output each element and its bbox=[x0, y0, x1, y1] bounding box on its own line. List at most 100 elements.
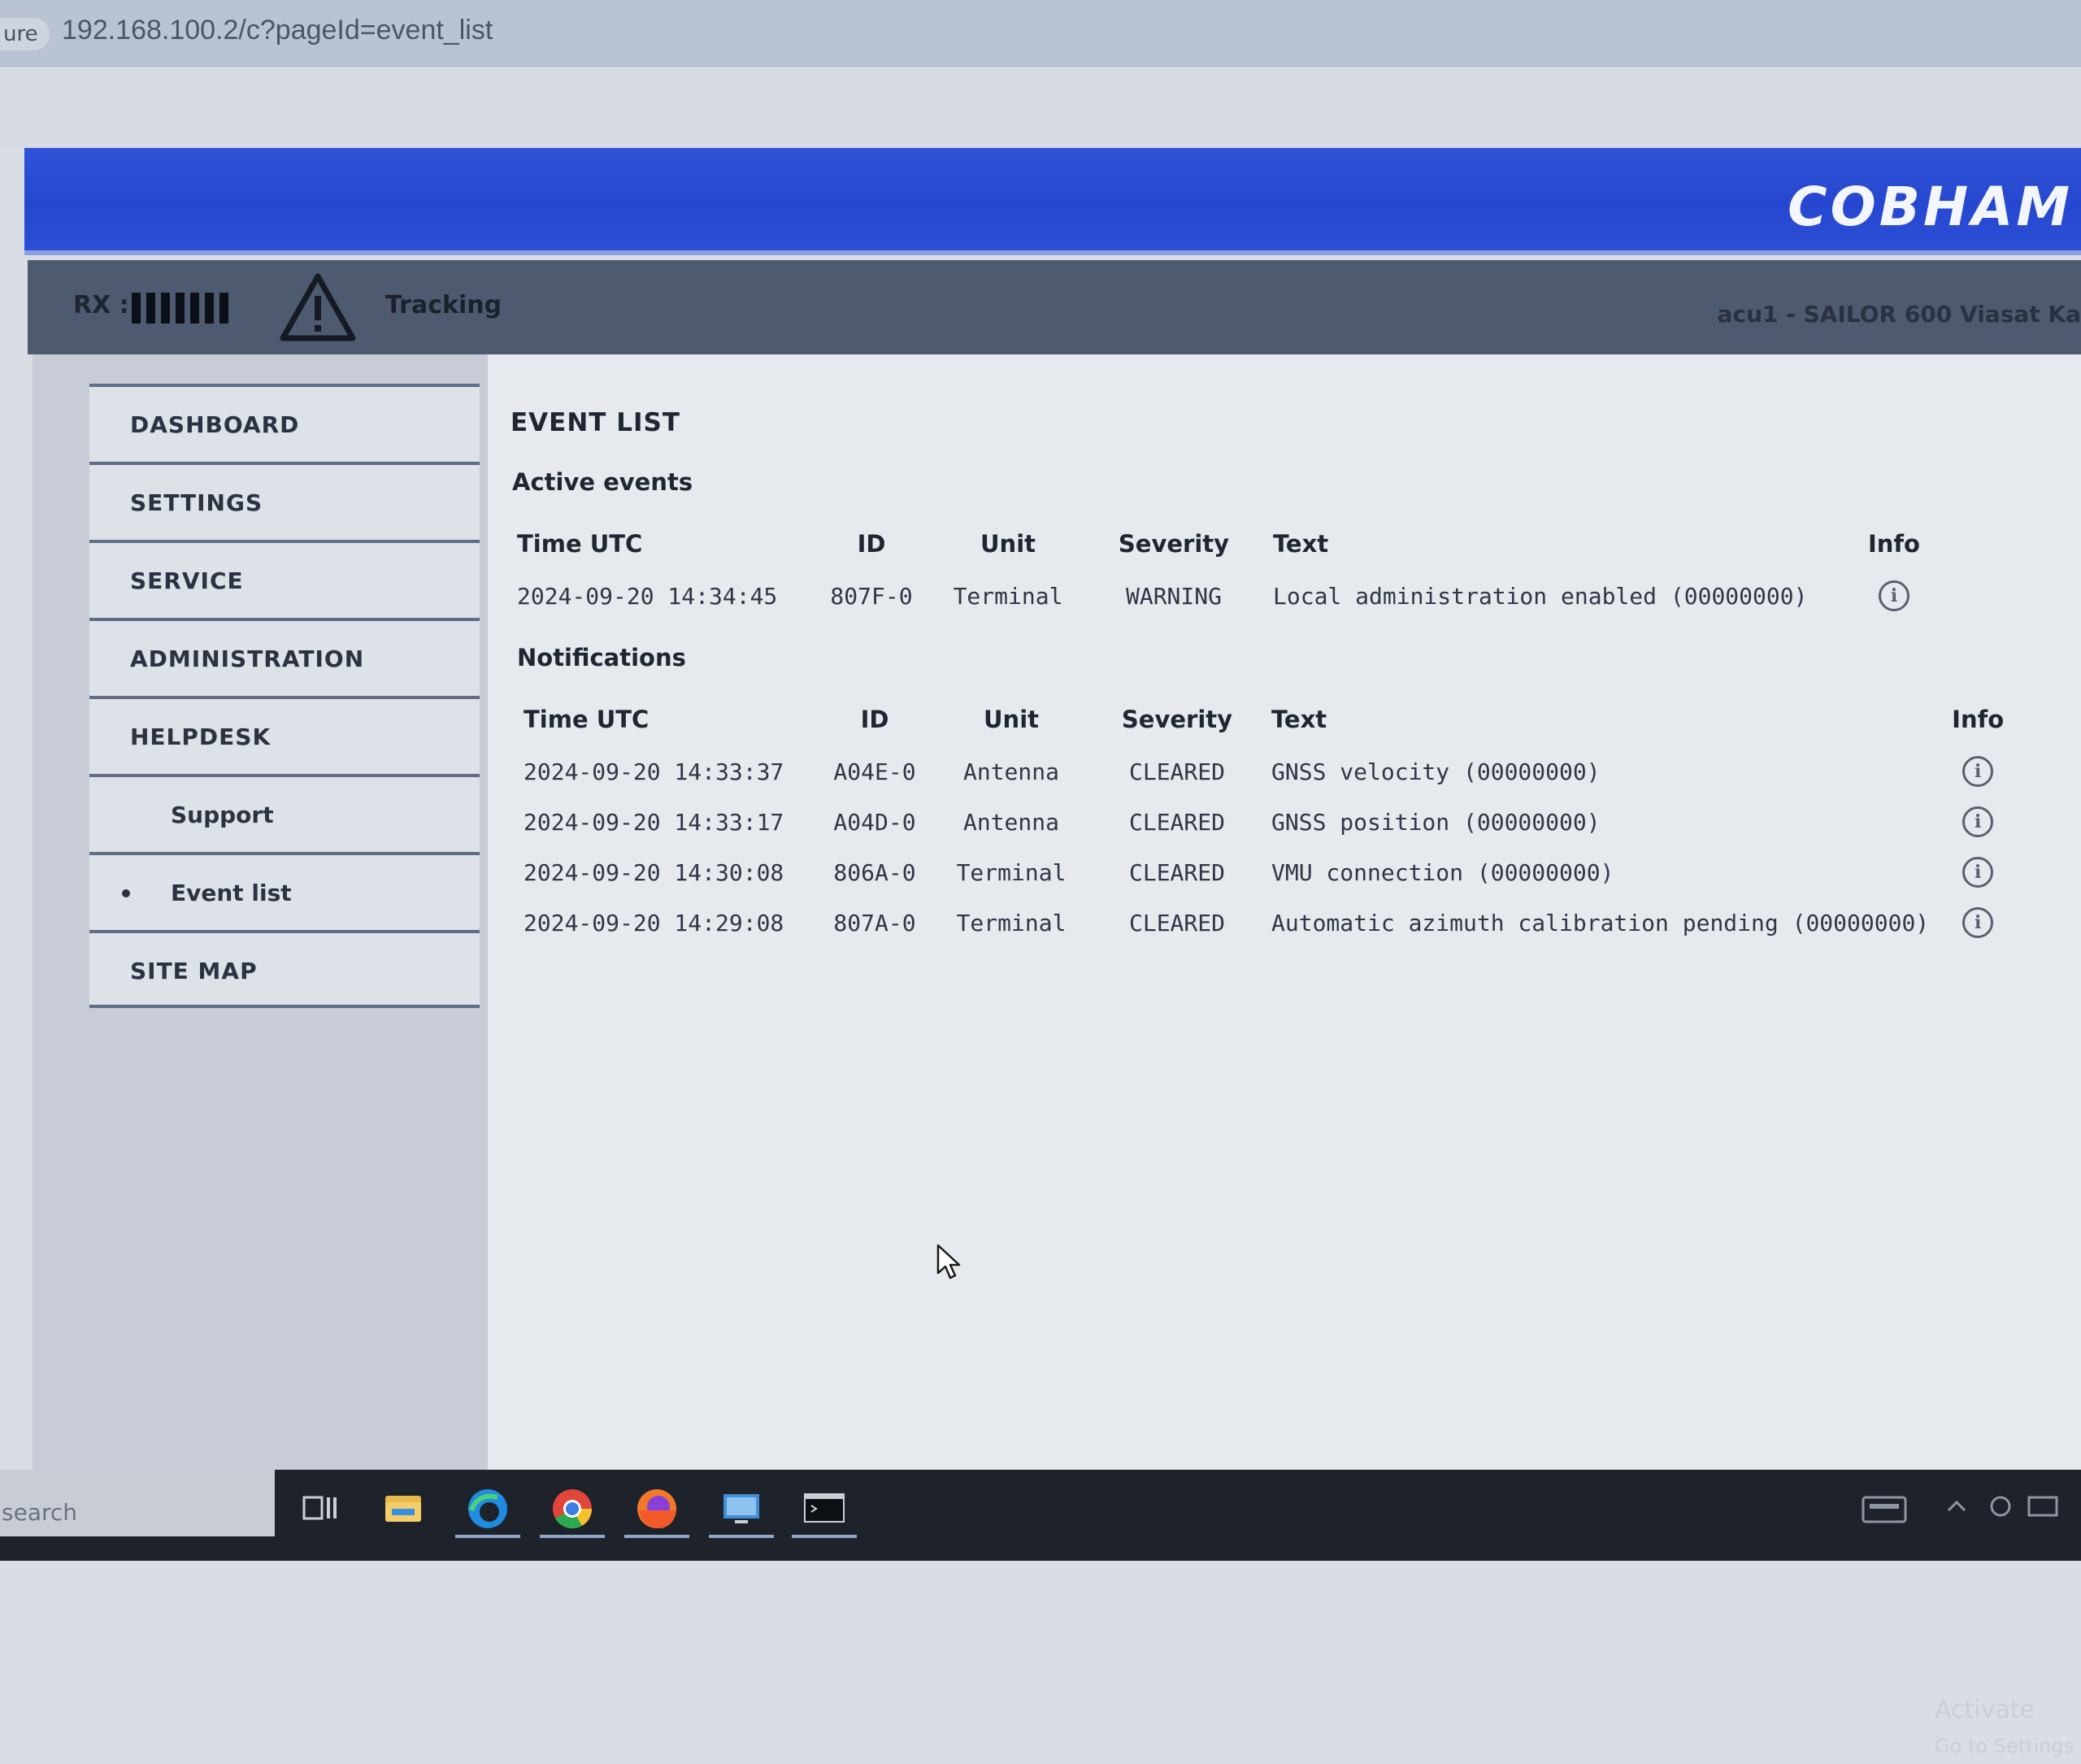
info-icon[interactable]: i bbox=[1962, 806, 1994, 837]
column-header: Unit bbox=[980, 530, 1036, 558]
sidebar-item-label: HELPDESK bbox=[130, 723, 272, 750]
severity-cell: CLEARED bbox=[1128, 858, 1225, 886]
column-header: ID bbox=[857, 530, 886, 558]
severity-cell: CLEARED bbox=[1128, 808, 1225, 836]
info-icon[interactable]: i bbox=[1962, 756, 1994, 787]
active-events-table: Time UTC ID Unit Severity Text Info 2024… bbox=[517, 517, 1959, 621]
rx-signal-bars-icon bbox=[132, 293, 228, 324]
unit-cell: Terminal bbox=[953, 582, 1063, 610]
file-explorer-icon[interactable] bbox=[380, 1486, 426, 1532]
sidebar-item-settings[interactable]: SETTINGS bbox=[89, 462, 480, 540]
mouse-cursor-icon bbox=[936, 1244, 961, 1280]
column-header: Time UTC bbox=[517, 530, 643, 558]
security-indicator[interactable]: ure bbox=[0, 18, 50, 50]
edge-icon[interactable] bbox=[465, 1486, 510, 1532]
column-header: Info bbox=[1952, 706, 2005, 733]
column-header: Text bbox=[1273, 530, 1329, 558]
cobham-logo: COBHAM bbox=[1788, 176, 2073, 238]
sidebar-item-label: Support bbox=[171, 802, 274, 828]
remote-desktop-icon[interactable] bbox=[719, 1486, 764, 1532]
display-icon[interactable] bbox=[2027, 1494, 2060, 1520]
remote-desktop-active-indicator bbox=[709, 1535, 774, 1538]
watermark-line: Go to Settings bbox=[1935, 1735, 2074, 1757]
firefox-icon[interactable] bbox=[634, 1486, 680, 1532]
id-cell: 806A-0 bbox=[833, 858, 916, 886]
info-icon[interactable]: i bbox=[1962, 907, 1994, 938]
sidebar-item-label: Event list bbox=[171, 880, 292, 906]
column-header: Time UTC bbox=[524, 706, 649, 733]
column-header: Info bbox=[1868, 530, 1920, 558]
taskbar: search bbox=[0, 1470, 2081, 1561]
time-cell: 2024-09-20 14:34:45 bbox=[517, 582, 778, 610]
sidebar-item-label: SERVICE bbox=[130, 567, 244, 594]
column-header: Text bbox=[1271, 706, 1327, 733]
sidebar-item-helpdesk[interactable]: HELPDESK bbox=[89, 696, 480, 774]
sidebar-item-administration[interactable]: ADMINISTRATION bbox=[89, 618, 480, 696]
info-icon[interactable]: i bbox=[1879, 580, 1909, 611]
sidebar-item-label: SITE MAP bbox=[130, 958, 258, 984]
page-title: EVENT LIST bbox=[510, 408, 680, 437]
watermark-line: Activate bbox=[1935, 1696, 2035, 1724]
column-header: Unit bbox=[984, 706, 1039, 733]
chevron-up-icon[interactable] bbox=[1946, 1494, 1967, 1519]
taskbar-search-input[interactable]: search bbox=[0, 1470, 275, 1536]
text-cell: GNSS position (00000000) bbox=[1271, 808, 1601, 836]
unit-cell: Antenna bbox=[962, 808, 1059, 836]
browser-address-bar[interactable]: ure 192.168.100.2/c?pageId=event_list bbox=[0, 0, 2081, 67]
info-icon[interactable]: i bbox=[1962, 857, 1994, 888]
table-header-row: Time UTC ID Unit Severity Text Info bbox=[524, 693, 2027, 746]
chrome-active-indicator bbox=[540, 1535, 605, 1538]
column-header: ID bbox=[860, 706, 889, 733]
main-content: EVENT LIST Active events Time UTC ID Uni… bbox=[488, 354, 2081, 1757]
table-row: 2024-09-20 14:33:17 A04D-0 Antenna CLEAR… bbox=[524, 797, 2027, 847]
table-row: 2024-09-20 14:34:45 807F-0 Terminal WARN… bbox=[517, 571, 1959, 621]
sidebar-item-service[interactable]: SERVICE bbox=[89, 540, 480, 618]
browser-page-top bbox=[0, 67, 2081, 148]
column-header: Severity bbox=[1118, 530, 1230, 558]
sidebar: DASHBOARD SETTINGS SERVICE ADMINISTRATIO… bbox=[33, 354, 488, 1470]
firefox-active-indicator bbox=[624, 1535, 689, 1538]
severity-cell: WARNING bbox=[1125, 582, 1222, 610]
brand-header: COBHAM bbox=[24, 148, 2081, 255]
time-cell: 2024-09-20 14:33:37 bbox=[524, 758, 784, 785]
keyboard-icon[interactable] bbox=[1862, 1494, 1907, 1527]
time-cell: 2024-09-20 14:29:08 bbox=[524, 909, 784, 936]
text-cell: GNSS velocity (00000000) bbox=[1271, 758, 1601, 785]
text-cell: Local administration enabled (00000000) bbox=[1273, 582, 1808, 610]
table-row: 2024-09-20 14:30:08 806A-0 Terminal CLEA… bbox=[524, 847, 2027, 897]
unit-cell: Antenna bbox=[962, 758, 1059, 785]
id-cell: 807A-0 bbox=[833, 909, 916, 936]
active-events-heading: Active events bbox=[512, 468, 693, 496]
status-bar: RX : Tracking acu1 - SAILOR 600 Viasat K… bbox=[28, 260, 2081, 354]
column-header: Severity bbox=[1121, 706, 1233, 733]
active-bullet-icon bbox=[122, 889, 130, 897]
sidebar-item-event-list[interactable]: Event list bbox=[89, 852, 480, 930]
table-header-row: Time UTC ID Unit Severity Text Info bbox=[517, 517, 1959, 571]
text-cell: VMU connection (00000000) bbox=[1271, 858, 1614, 886]
chrome-icon[interactable] bbox=[550, 1486, 595, 1532]
id-cell: A04D-0 bbox=[833, 808, 916, 836]
sidebar-item-support[interactable]: Support bbox=[89, 774, 480, 852]
unit-cell: Terminal bbox=[956, 858, 1067, 886]
terminal-icon[interactable] bbox=[802, 1486, 847, 1532]
tracking-status: Tracking bbox=[385, 291, 502, 319]
rx-label: RX : bbox=[73, 291, 129, 319]
edge-active-indicator bbox=[455, 1535, 520, 1538]
sidebar-item-site-map[interactable]: SITE MAP bbox=[89, 930, 480, 1008]
sidebar-nav: DASHBOARD SETTINGS SERVICE ADMINISTRATIO… bbox=[89, 384, 480, 1008]
notifications-heading: Notifications bbox=[517, 644, 686, 671]
severity-cell: CLEARED bbox=[1128, 758, 1225, 785]
table-row: 2024-09-20 14:29:08 807A-0 Terminal CLEA… bbox=[524, 897, 2027, 948]
notifications-table: Time UTC ID Unit Severity Text Info 2024… bbox=[524, 693, 2027, 948]
warning-icon bbox=[280, 273, 356, 341]
sidebar-item-label: DASHBOARD bbox=[130, 411, 300, 438]
activation-watermark: Activate Go to Settings bbox=[1935, 1692, 2081, 1764]
text-cell: Automatic azimuth calibration pending (0… bbox=[1271, 909, 1930, 936]
time-cell: 2024-09-20 14:33:17 bbox=[524, 808, 784, 836]
network-icon[interactable] bbox=[1988, 1494, 2013, 1519]
sidebar-item-dashboard[interactable]: DASHBOARD bbox=[89, 384, 480, 462]
terminal-active-indicator bbox=[792, 1535, 857, 1538]
task-view-icon[interactable] bbox=[298, 1486, 343, 1532]
unit-cell: Terminal bbox=[956, 909, 1067, 936]
url-text[interactable]: 192.168.100.2/c?pageId=event_list bbox=[62, 15, 493, 46]
